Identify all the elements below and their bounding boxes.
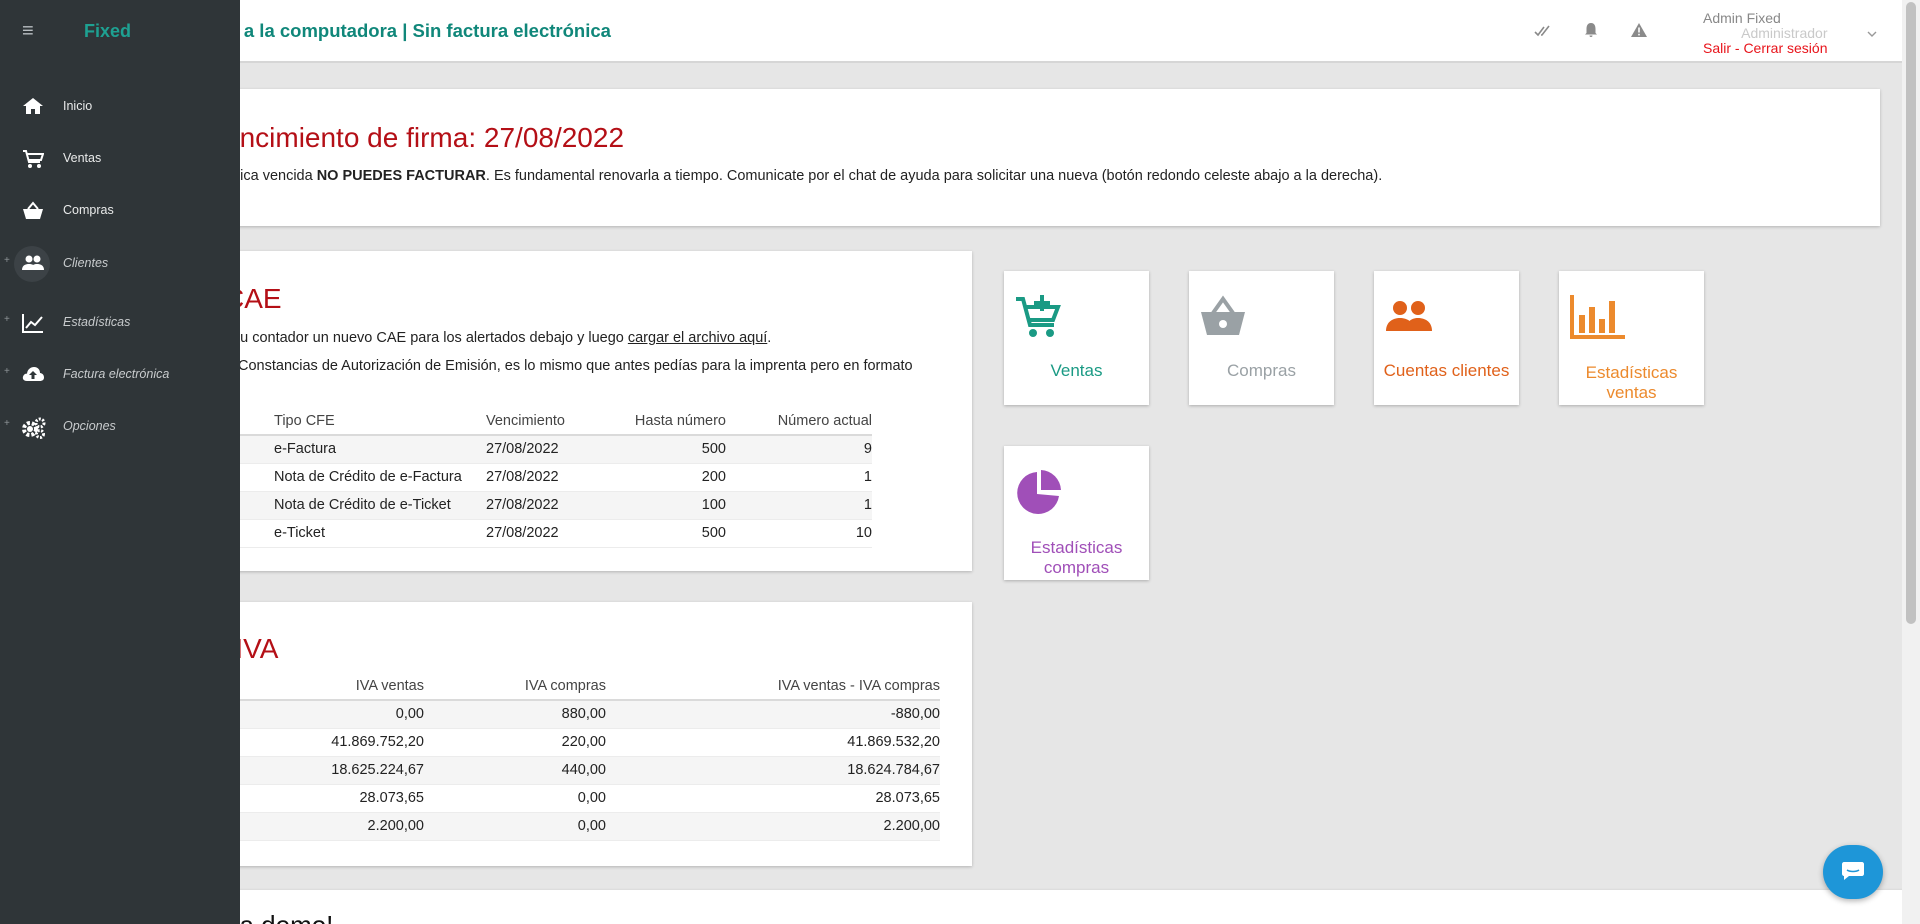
- brand-logo: Fixed: [84, 21, 132, 41]
- gears-icon: [22, 417, 46, 439]
- sidebar-item-label: Ventas: [63, 151, 102, 165]
- user-menu[interactable]: Admin Fixed Administrador Salir - Cerrar…: [1703, 11, 1827, 56]
- col-header: Vencimiento: [486, 407, 606, 436]
- tile-label: Cuentas clientes: [1383, 361, 1510, 380]
- basket-icon: [1201, 295, 1245, 335]
- expand-icon[interactable]: +: [4, 314, 10, 325]
- sidebar-item-ventas[interactable]: Ventas: [0, 138, 240, 178]
- col-header: IVA compras: [424, 672, 606, 701]
- page-scrollbar[interactable]: [1902, 0, 1920, 924]
- sidebar-item-label: Clientes: [63, 256, 109, 270]
- col-header: Número actual: [726, 407, 872, 436]
- iva-table: IVA ventas IVA compras IVA ventas - IVA …: [212, 672, 940, 841]
- table-row: 2.200,00 0,00 2.200,00: [212, 812, 940, 840]
- alert-text: ónica vencida NO PUEDES FACTURAR. Es fun…: [224, 168, 1383, 184]
- tile-label: Compras: [1227, 361, 1296, 380]
- sidebar-item-label: Inicio: [63, 99, 93, 113]
- double-check-icon[interactable]: [1533, 21, 1553, 41]
- top-bar: eta a la computadora | Sin factura elect…: [0, 0, 1902, 63]
- expand-icon[interactable]: +: [4, 366, 10, 377]
- alert-bold: NO PUEDES FACTURAR: [316, 168, 486, 184]
- scrollbar-thumb[interactable]: [1906, 2, 1916, 624]
- help-chat-button[interactable]: [1823, 845, 1883, 899]
- tile-ventas[interactable]: Ventas: [1004, 271, 1149, 405]
- alert-heading: encimiento de firma: 27/08/2022: [224, 122, 625, 153]
- sidebar-item-label: Opciones: [63, 419, 116, 433]
- user-name: Admin Fixed: [1703, 10, 1781, 26]
- col-header: IVA ventas: [212, 672, 424, 701]
- sidebar-item-compras[interactable]: Compras: [0, 190, 240, 230]
- pie-chart-icon: [1017, 470, 1061, 514]
- col-header: Hasta número: [606, 407, 726, 436]
- cart-icon: [23, 150, 44, 168]
- people-icon: [1386, 301, 1432, 331]
- user-role: Administrador: [1741, 25, 1828, 41]
- table-row: Nota de Crédito de e-Factura 27/08/2022 …: [212, 463, 872, 491]
- tile-compras[interactable]: Compras: [1189, 271, 1334, 405]
- tile-label: Ventas: [1050, 361, 1103, 380]
- sidebar-item-inicio[interactable]: Inicio: [0, 86, 240, 126]
- table-row: 41.869.752,20 220,00 41.869.532,20: [212, 728, 940, 756]
- expand-icon[interactable]: +: [4, 418, 10, 429]
- table-row: 28.073,65 0,00 28.073,65: [212, 784, 940, 812]
- sidebar-item-estadisticas[interactable]: + Estadísticas: [0, 302, 240, 342]
- cae-table: Tipo CFE Vencimiento Hasta número Número…: [212, 407, 872, 548]
- basket-icon: [23, 201, 43, 219]
- sidebar-item-label: Factura electrónica: [63, 367, 170, 381]
- tile-estadisticas-compras[interactable]: Estadísticas compras: [1004, 446, 1149, 580]
- tile-label: Estadísticas ventas: [1585, 363, 1678, 402]
- menu-icon[interactable]: ≡: [22, 20, 34, 43]
- table-row: Nota de Crédito de e-Ticket 27/08/2022 1…: [212, 491, 872, 519]
- cloud-upload-icon: [22, 367, 44, 381]
- cae-instructions: a tu contador un nuevo CAE para los aler…: [224, 330, 772, 346]
- chart-line-icon: [22, 314, 43, 333]
- sidebar-item-opciones[interactable]: + Opciones: [0, 406, 240, 446]
- tile-label: Estadísticas compras: [1030, 538, 1123, 577]
- table-row: e-Factura 27/08/2022 500 9: [212, 435, 872, 463]
- sidebar-item-clientes[interactable]: + Clientes: [0, 243, 240, 283]
- col-header: IVA ventas - IVA compras: [606, 672, 940, 701]
- sidebar-item-label: Compras: [63, 203, 114, 217]
- demo-card: o la demo!: [212, 890, 1912, 924]
- signature-expiry-card: encimiento de firma: 27/08/2022 ónica ve…: [212, 89, 1880, 226]
- chevron-down-icon[interactable]: [1866, 26, 1878, 42]
- cart-plus-icon: [1016, 295, 1061, 337]
- sidebar-item-factura-electronica[interactable]: + Factura electrónica: [0, 354, 240, 394]
- tile-cuentas-clientes[interactable]: Cuentas clientes: [1374, 271, 1519, 405]
- logout-link[interactable]: Salir - Cerrar sesión: [1703, 41, 1827, 56]
- expand-icon[interactable]: +: [4, 255, 10, 266]
- table-row: 18.625.224,67 440,00 18.624.784,67: [212, 756, 940, 784]
- bar-chart-icon: [1570, 295, 1625, 339]
- table-row: 0,00 880,00 -880,00: [212, 700, 940, 728]
- cae-description: Constancias de Autorización de Emisión, …: [238, 358, 913, 374]
- page-title: eta a la computadora | Sin factura elect…: [212, 20, 611, 41]
- sidebar-item-label: Estadísticas: [63, 315, 131, 329]
- upload-file-link[interactable]: cargar el archivo aquí: [628, 330, 767, 346]
- col-header: Tipo CFE: [212, 407, 486, 436]
- bell-icon[interactable]: [1581, 21, 1601, 41]
- chat-icon: [1842, 862, 1864, 880]
- sidebar: ≡ Fixed Inicio Ventas Compras + Clientes…: [0, 0, 240, 924]
- home-icon: [23, 98, 43, 114]
- people-icon: [22, 255, 44, 270]
- table-row: e-Ticket 27/08/2022 500 10: [212, 519, 872, 547]
- warning-icon[interactable]: [1629, 21, 1649, 41]
- tile-estadisticas-ventas[interactable]: Estadísticas ventas: [1559, 271, 1704, 405]
